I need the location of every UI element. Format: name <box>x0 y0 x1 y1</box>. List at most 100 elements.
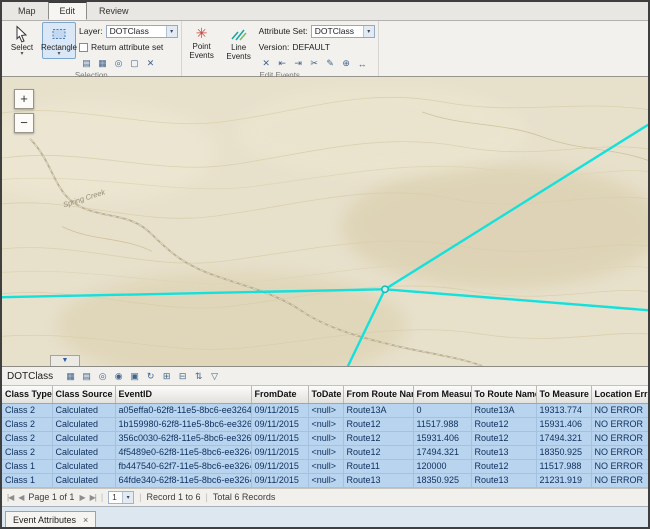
trim-event-icon[interactable]: ⇤ <box>275 56 290 71</box>
split-event-icon[interactable]: ✂ <box>307 56 322 71</box>
zoom-to-selection-icon[interactable]: ◎ <box>111 56 126 71</box>
edit-event-tools-row: ✕⇤⇥✂✎⊕↔ <box>259 56 375 71</box>
panel-collapse-button[interactable]: ▼ <box>50 355 80 366</box>
page-number-select[interactable]: 1 ▾ <box>108 491 134 504</box>
zoom-out-button[interactable]: − <box>14 113 34 133</box>
point-events-label: Point Events <box>187 42 217 60</box>
edit-event-icon[interactable]: ✎ <box>323 56 338 71</box>
layer-label: Layer: <box>79 26 103 36</box>
table-cell: 09/11/2015 <box>251 403 308 417</box>
first-page-icon[interactable]: |◀ <box>7 493 13 502</box>
filter-records-icon[interactable]: ▽ <box>207 369 222 384</box>
line-events-icon <box>230 25 248 43</box>
table-cell: Class 1 <box>2 459 52 473</box>
table-cell: Calculated <box>52 417 115 431</box>
tab-map[interactable]: Map <box>6 2 48 20</box>
close-icon[interactable]: × <box>83 515 88 525</box>
table-cell: 4f5489e0-62f8-11e5-8bc6-ee32641d5ec9 <box>115 445 251 459</box>
attribute-set-label: Attribute Set: <box>259 26 308 36</box>
delete-event-icon[interactable]: ✕ <box>259 56 274 71</box>
event-records-table: Class TypeClass SourceEventIDFromDateToD… <box>2 386 649 488</box>
tab-event-attributes[interactable]: Event Attributes × <box>5 511 96 528</box>
zoom-in-button[interactable]: + <box>14 89 34 109</box>
table-cell: Calculated <box>52 445 115 459</box>
table-row[interactable]: Class 2Calculateda05effa0-62f8-11e5-8bc6… <box>2 403 648 417</box>
table-cell: NO ERROR <box>591 403 648 417</box>
table-row[interactable]: Class 1Calculated64fde340-62f8-11e5-8bc6… <box>2 473 648 487</box>
attribute-toolbar-icons: ▦▤◎◉▣↻⊞⊟⇅▽ <box>63 369 222 384</box>
map-graphics: Spring Creek <box>2 77 648 366</box>
add-record-icon[interactable]: ⊞ <box>159 369 174 384</box>
table-cell: Class 2 <box>2 403 52 417</box>
table-row[interactable]: Class 2Calculated356c0030-62f8-11e5-8bc6… <box>2 431 648 445</box>
column-header-to_route_name[interactable]: To Route Name <box>471 386 536 403</box>
attribute-panel-toolbar: DOTClass ▦▤◎◉▣↻⊞⊟⇅▽ <box>2 367 648 386</box>
clear-selection-icon[interactable]: ▢ <box>127 56 142 71</box>
select-tool-button[interactable]: Select ▾ <box>5 22 39 59</box>
column-header-class_source[interactable]: Class Source <box>52 386 115 403</box>
attribute-view-icon[interactable]: ▤ <box>79 369 94 384</box>
table-cell: Calculated <box>52 403 115 417</box>
table-cell: 09/11/2015 <box>251 431 308 445</box>
show-table-icon[interactable]: ▦ <box>63 369 78 384</box>
selection-list-icon[interactable]: ▦ <box>95 56 110 71</box>
return-attribute-set-checkbox[interactable] <box>79 43 88 52</box>
zoom-to-record-icon[interactable]: ◎ <box>95 369 110 384</box>
save-edits-icon[interactable]: ▣ <box>127 369 142 384</box>
export-records-icon[interactable]: ⊟ <box>175 369 190 384</box>
table-cell: 17494.321 <box>413 445 471 459</box>
route-junction-point[interactable] <box>382 286 388 292</box>
map-canvas[interactable]: Spring Creek + − ▼ <box>2 77 648 367</box>
extend-event-icon[interactable]: ⇥ <box>291 56 306 71</box>
sort-records-icon[interactable]: ⇅ <box>191 369 206 384</box>
table-row[interactable]: Class 1Calculatedfb447540-62f7-11e5-8bc6… <box>2 459 648 473</box>
column-header-location_error[interactable]: Location Error <box>591 386 648 403</box>
pan-to-record-icon[interactable]: ◉ <box>111 369 126 384</box>
attribute-set-select[interactable]: DOTClass ▾ <box>311 25 375 38</box>
table-cell: <null> <box>308 431 343 445</box>
point-events-button[interactable]: ✳ Point Events <box>185 22 219 62</box>
column-header-to_measure[interactable]: To Measure <box>536 386 591 403</box>
refresh-icon[interactable]: ↻ <box>143 369 158 384</box>
page-label: Page 1 of 1 <box>28 492 74 502</box>
table-cell: Route12 <box>343 431 413 445</box>
ribbon: Select ▾ Rectangle ▾ Layer: DOTClass <box>2 21 648 77</box>
table-cell: 15931.406 <box>413 431 471 445</box>
event-editor-window: Map Edit Review Select ▾ Rectangle <box>0 0 650 529</box>
layer-select[interactable]: DOTClass ▾ <box>106 25 178 38</box>
table-cell: a05effa0-62f8-11e5-8bc6-ee32641d5ec9 <box>115 403 251 417</box>
line-events-button[interactable]: Line Events <box>222 22 256 63</box>
table-cell: 09/11/2015 <box>251 473 308 487</box>
version-label: Version: <box>259 42 290 52</box>
attributes-window-icon[interactable]: ▤ <box>79 56 94 71</box>
column-header-from_route_name[interactable]: From Route Name <box>343 386 413 403</box>
table-body: Class 2Calculateda05effa0-62f8-11e5-8bc6… <box>2 403 648 487</box>
table-cell: Calculated <box>52 459 115 473</box>
dropdown-caret-icon: ▾ <box>20 52 23 57</box>
table-cell: <null> <box>308 473 343 487</box>
table-cell: Route13A <box>343 403 413 417</box>
tab-review[interactable]: Review <box>87 2 141 20</box>
reassign-route-icon[interactable]: ↔ <box>355 56 370 71</box>
column-header-from_date[interactable]: FromDate <box>251 386 308 403</box>
table-row[interactable]: Class 2Calculated1b159980-62f8-11e5-8bc6… <box>2 417 648 431</box>
add-event-icon[interactable]: ⊕ <box>339 56 354 71</box>
column-header-from_measure[interactable]: From Measure <box>413 386 471 403</box>
table-cell: fb447540-62f7-11e5-8bc6-ee32641d5ec9 <box>115 459 251 473</box>
return-attribute-set-label: Return attribute set <box>91 42 163 52</box>
last-page-icon[interactable]: ▶| <box>90 493 96 502</box>
next-page-icon[interactable]: ▶ <box>79 493 84 502</box>
column-header-to_date[interactable]: ToDate <box>308 386 343 403</box>
tab-edit[interactable]: Edit <box>48 1 88 20</box>
table-row[interactable]: Class 2Calculated4f5489e0-62f8-11e5-8bc6… <box>2 445 648 459</box>
table-cell: Class 1 <box>2 473 52 487</box>
table-cell: NO ERROR <box>591 431 648 445</box>
column-header-class_type[interactable]: Class Type <box>2 386 52 403</box>
column-header-event_id[interactable]: EventID <box>115 386 251 403</box>
ribbon-group-edit-events: ✳ Point Events Line Events Attribute Set… <box>182 21 379 76</box>
previous-page-icon[interactable]: ◀ <box>18 493 23 502</box>
rectangle-tool-button[interactable]: Rectangle ▾ <box>42 22 76 59</box>
table-cell: <null> <box>308 417 343 431</box>
selection-options-icon[interactable]: ✕ <box>143 56 158 71</box>
table-cell: 18350.925 <box>536 445 591 459</box>
